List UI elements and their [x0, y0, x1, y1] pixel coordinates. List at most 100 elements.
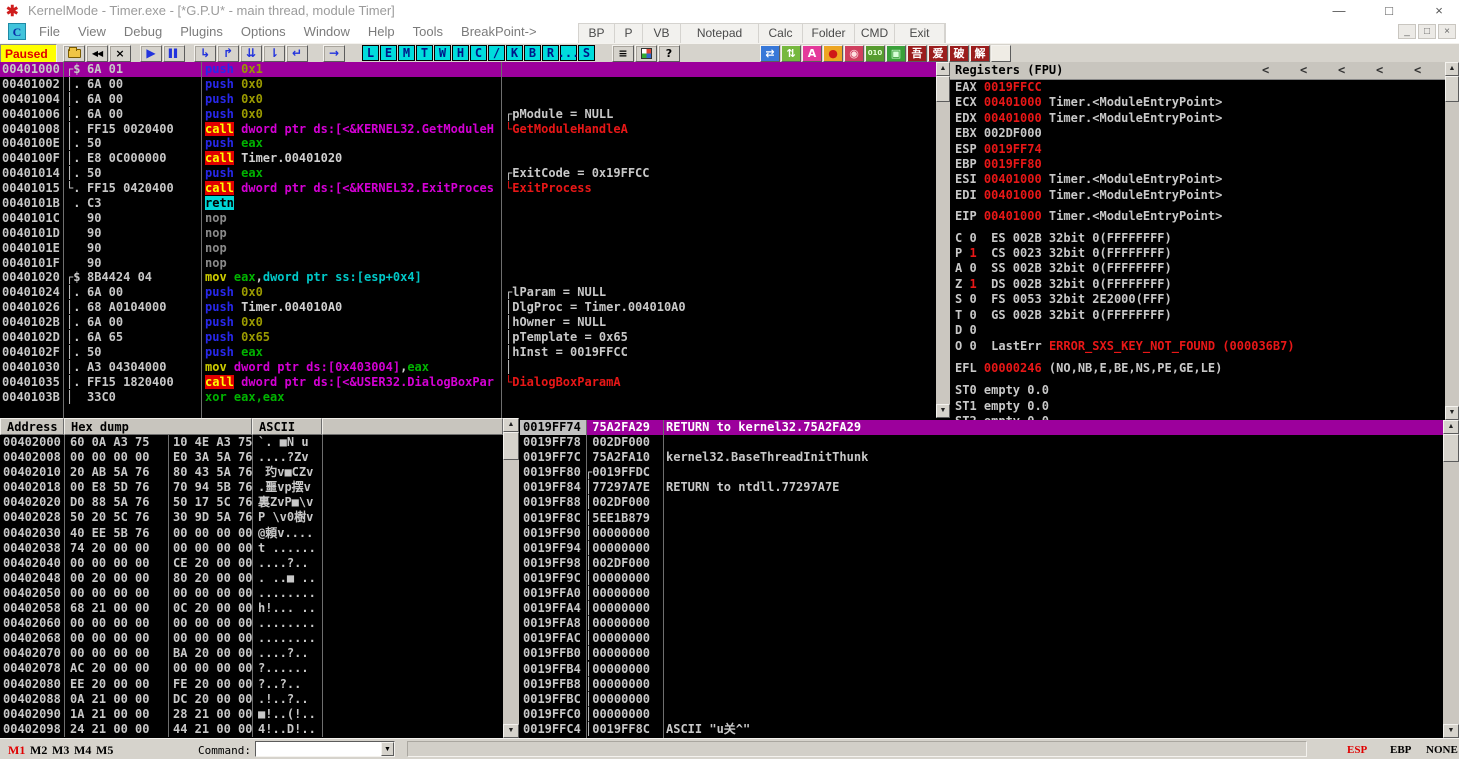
- disasm-row[interactable]: 00401004│.6A 00push 0x0: [0, 92, 936, 107]
- dump-row[interactable]: 00402078AC 20 00 0000 00 00 00?......: [0, 661, 503, 676]
- register-row[interactable]: EDX 00401000 Timer.<ModuleEntryPoint>: [950, 111, 1445, 126]
- flag-row[interactable]: P 1 CS 0023 32bit 0(FFFFFFFF): [950, 246, 1445, 261]
- stack-row[interactable]: 0019FFBC│00000000: [520, 692, 1443, 707]
- quickbar-notepad[interactable]: Notepad: [681, 24, 759, 43]
- help-button[interactable]: ?: [658, 45, 680, 62]
- chevron-down-icon[interactable]: ▼: [381, 742, 394, 756]
- quickbar-folder[interactable]: Folder: [803, 24, 855, 43]
- stack-row[interactable]: 0019FF88│002DF000: [520, 495, 1443, 510]
- dump-row[interactable]: 0040203874 20 00 0000 00 00 00t ......: [0, 541, 503, 556]
- disasm-row[interactable]: 0040102D│.6A 65push 0x65│pTemplate = 0x6…: [0, 330, 936, 345]
- mdi-restore-button[interactable]: □: [1418, 24, 1436, 39]
- view-memory-button[interactable]: M: [398, 45, 415, 61]
- view-references-button[interactable]: R: [542, 45, 559, 61]
- step-over-button[interactable]: ↱: [217, 45, 239, 62]
- dump-row[interactable]: 004020901A 21 00 0028 21 00 00■!..(!..: [0, 707, 503, 722]
- disasm-row[interactable]: 0040103B│33C0xor eax,eax: [0, 390, 936, 405]
- disasm-row[interactable]: 00401002│.6A 00push 0x0: [0, 77, 936, 92]
- memory-tab-m4[interactable]: M4: [74, 743, 91, 758]
- quickbar-vb[interactable]: VB: [643, 24, 681, 43]
- execute-till-user-code-button[interactable]: →: [323, 45, 345, 62]
- binary-button[interactable]: 010: [865, 45, 885, 62]
- flag-row[interactable]: O 0 LastErr ERROR_SXS_KEY_NOT_FOUND (000…: [950, 339, 1445, 354]
- disasm-row[interactable]: 0040101D90nop: [0, 226, 936, 241]
- highlight-none-label[interactable]: NONE: [1426, 744, 1458, 756]
- stack-row[interactable]: 0019FF8C│5EE1B879: [520, 511, 1443, 526]
- fpu-row[interactable]: ST0 empty 0.0: [950, 383, 1445, 398]
- view-source-button[interactable]: S: [578, 45, 595, 61]
- stack-row[interactable]: 0019FFC4│0019FF8CASCII "u关^": [520, 722, 1443, 737]
- stack-row[interactable]: 0019FFA4│00000000: [520, 601, 1443, 616]
- disasm-row[interactable]: 0040101B .C3retn: [0, 196, 936, 211]
- collapse-chevron-icon[interactable]: <: [1300, 62, 1307, 79]
- register-row-efl[interactable]: EFL 00000246 (NO,NB,E,BE,NS,PE,GE,LE): [950, 361, 1445, 376]
- stack-row[interactable]: 0019FFC0│00000000: [520, 707, 1443, 722]
- updown-button[interactable]: ⇅: [781, 45, 801, 62]
- dump-row[interactable]: 0040209824 21 00 0044 21 00 004!..D!..: [0, 722, 503, 737]
- memory-tab-m2[interactable]: M2: [30, 743, 47, 758]
- dump-row[interactable]: 0040202850 20 5C 7630 9D 5A 76P \v0樹v: [0, 510, 503, 525]
- animate-over-button[interactable]: ⇂: [263, 45, 285, 62]
- stack-row[interactable]: 0019FF84│77297A7ERETURN to ntdll.77297A7…: [520, 480, 1443, 495]
- dump-row[interactable]: 0040206800 00 00 0000 00 00 00........: [0, 631, 503, 646]
- disasm-row[interactable]: 00401024│.6A 00push 0x0┌lParam = NULL: [0, 285, 936, 300]
- letter-a-button[interactable]: A: [802, 45, 822, 62]
- scroll-down-icon[interactable]: ▼: [1443, 724, 1459, 738]
- dot-button[interactable]: ●: [823, 45, 843, 62]
- view-call-stack-button[interactable]: K: [506, 45, 523, 61]
- stack-row[interactable]: 0019FF98│002DF000: [520, 556, 1443, 571]
- po-button[interactable]: 破: [949, 45, 969, 62]
- menu-debug[interactable]: Debug: [115, 21, 171, 43]
- stack-row[interactable]: 0019FFB8│00000000: [520, 677, 1443, 692]
- collapse-chevron-icon[interactable]: <: [1338, 62, 1345, 79]
- scroll-up-icon[interactable]: ▲: [936, 62, 950, 76]
- register-row[interactable]: ECX 00401000 Timer.<ModuleEntryPoint>: [950, 95, 1445, 110]
- view-executables-button[interactable]: E: [380, 45, 397, 61]
- run-button[interactable]: ▶: [140, 45, 162, 62]
- view-run-trace-button[interactable]: ...: [560, 45, 577, 61]
- animate-into-button[interactable]: ⇊: [240, 45, 262, 62]
- dump-row[interactable]: 00402020D0 88 5A 7650 17 5C 76裏ZvP■\v: [0, 495, 503, 510]
- appearance-button[interactable]: [635, 45, 657, 62]
- dump-row[interactable]: 00402080EE 20 00 00FE 20 00 00?..?..: [0, 677, 503, 692]
- dump-row[interactable]: 0040201020 AB 5A 7680 43 5A 76 玓v■CZv: [0, 465, 503, 480]
- disasm-row[interactable]: 00401015└.FF15 0420400call dword ptr ds:…: [0, 181, 936, 196]
- disasm-row[interactable]: 0040102B│.6A 00push 0x0│hOwner = NULL: [0, 315, 936, 330]
- menu-options[interactable]: Options: [232, 21, 295, 43]
- close-process-button[interactable]: ×: [109, 45, 131, 62]
- quickbar-calc[interactable]: Calc: [759, 24, 803, 43]
- dump-row[interactable]: 0040204800 20 00 0080 20 00 00. ..■ ..: [0, 571, 503, 586]
- blank-button[interactable]: [991, 45, 1011, 62]
- ai-button[interactable]: 爱: [928, 45, 948, 62]
- stack-scrollbar[interactable]: ▲ ▼: [1443, 420, 1459, 738]
- view-log-button[interactable]: L: [362, 45, 379, 61]
- flag-row[interactable]: T 0 GS 002B 32bit 0(FFFFFFFF): [950, 308, 1445, 323]
- stack-row[interactable]: 0019FFAC│00000000: [520, 631, 1443, 646]
- collapse-chevron-icon[interactable]: <: [1262, 62, 1269, 79]
- stack-row[interactable]: 0019FF9C│00000000: [520, 571, 1443, 586]
- scroll-up-icon[interactable]: ▲: [1443, 420, 1459, 434]
- dump-scrollbar[interactable]: ▲ ▼: [503, 418, 519, 738]
- fpu-row[interactable]: ST1 empty 0.0: [950, 399, 1445, 414]
- memory-tab-m3[interactable]: M3: [52, 743, 69, 758]
- stack-row[interactable]: 0019FF94│00000000: [520, 541, 1443, 556]
- quickbar-cmd[interactable]: CMD: [855, 24, 895, 43]
- target-button[interactable]: ◉: [844, 45, 864, 62]
- register-row[interactable]: ESI 00401000 Timer.<ModuleEntryPoint>: [950, 172, 1445, 187]
- disasm-row[interactable]: 00401008│.FF15 0020400call dword ptr ds:…: [0, 122, 936, 137]
- mdi-minimize-button[interactable]: _: [1398, 24, 1416, 39]
- disasm-row[interactable]: 00401014│.50push eax┌ExitCode = 0x19FFCC: [0, 166, 936, 181]
- dump-row[interactable]: 0040205868 21 00 000C 20 00 00h!... ..: [0, 601, 503, 616]
- dump-row[interactable]: 0040207000 00 00 00BA 20 00 00....?..: [0, 646, 503, 661]
- pause-button[interactable]: ▌▌: [163, 45, 185, 62]
- dump-row[interactable]: 0040203040 EE 5B 7600 00 00 00@頼v....: [0, 526, 503, 541]
- minimize-button[interactable]: —: [1316, 0, 1362, 21]
- flag-row[interactable]: A 0 SS 002B 32bit 0(FFFFFFFF): [950, 261, 1445, 276]
- scroll-down-icon[interactable]: ▼: [936, 404, 950, 418]
- dump-row[interactable]: 004020880A 21 00 00DC 20 00 00.!..?..: [0, 692, 503, 707]
- stack-row[interactable]: 0019FFA0│00000000: [520, 586, 1443, 601]
- stack-row[interactable]: 0019FF80┌0019FFDC: [520, 465, 1443, 480]
- stack-row[interactable]: 0019FF7C 75A2FA10kernel32.BaseThreadInit…: [520, 450, 1443, 465]
- dump-row[interactable]: 0040200060 0A A3 7510 4E A3 75`. ■N u: [0, 435, 503, 450]
- dump-row[interactable]: 0040205000 00 00 0000 00 00 00........: [0, 586, 503, 601]
